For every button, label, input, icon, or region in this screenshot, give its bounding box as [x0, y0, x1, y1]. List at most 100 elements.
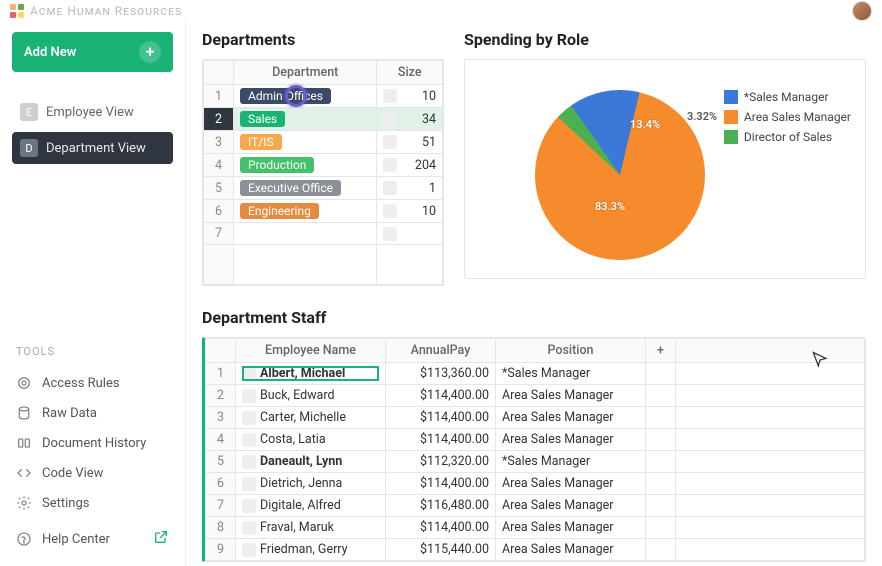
staff-pay-cell[interactable]: $116,480.00: [386, 495, 496, 517]
dept-size-cell[interactable]: 51: [377, 131, 443, 154]
legend-item[interactable]: Director of Sales: [724, 130, 851, 144]
table-row[interactable]: 1Albert, Michael$113,360.00*Sales Manage…: [206, 363, 865, 385]
row-number[interactable]: 4: [206, 429, 236, 451]
staff-position-cell[interactable]: Area Sales Manager: [496, 407, 646, 429]
view-department-view[interactable]: DDepartment View: [12, 132, 173, 164]
table-row[interactable]: 6Dietrich, Jenna$114,400.00Area Sales Ma…: [206, 473, 865, 495]
add-new-button[interactable]: Add New +: [12, 32, 173, 72]
dept-size-cell[interactable]: 10: [377, 200, 443, 223]
row-number[interactable]: 6: [206, 473, 236, 495]
staff-header[interactable]: AnnualPay: [386, 339, 496, 363]
row-number[interactable]: 7: [204, 223, 234, 245]
dept-size-cell[interactable]: 1: [377, 177, 443, 200]
staff-name-cell[interactable]: Buck, Edward: [236, 385, 386, 407]
table-row[interactable]: 9Friedman, Gerry$115,440.00Area Sales Ma…: [206, 539, 865, 561]
table-row[interactable]: 7Digitale, Alfred$116,480.00Area Sales M…: [206, 495, 865, 517]
staff-position-cell[interactable]: *Sales Manager: [496, 363, 646, 385]
staff-header[interactable]: Employee Name: [236, 339, 386, 363]
table-row[interactable]: 4Costa, Latia$114,400.00Area Sales Manag…: [206, 429, 865, 451]
table-row[interactable]: 1Admin Offices10: [204, 85, 443, 108]
row-number[interactable]: 8: [206, 517, 236, 539]
table-row[interactable]: [204, 245, 443, 285]
table-row[interactable]: 7: [204, 223, 443, 245]
staff-name-cell[interactable]: Dietrich, Jenna: [236, 473, 386, 495]
dept-size-cell[interactable]: 34: [377, 108, 443, 131]
tools-heading: TOOLS: [12, 337, 173, 368]
dept-size-cell[interactable]: 204: [377, 154, 443, 177]
staff-position-cell[interactable]: *Sales Manager: [496, 451, 646, 473]
tool-access-rules[interactable]: Access Rules: [12, 368, 173, 398]
row-number[interactable]: 9: [206, 539, 236, 561]
staff-name-cell[interactable]: Costa, Latia: [236, 429, 386, 451]
row-link-icon: [242, 477, 256, 491]
legend-swatch-icon: [724, 90, 738, 104]
dept-name-cell[interactable]: IT/IS: [234, 131, 377, 154]
table-row[interactable]: 2Sales34: [204, 108, 443, 131]
staff-position-cell[interactable]: Area Sales Manager: [496, 385, 646, 407]
dept-name-cell[interactable]: Executive Office: [234, 177, 377, 200]
dept-header[interactable]: Department: [234, 61, 377, 85]
dept-name-cell[interactable]: Production: [234, 154, 377, 177]
dept-size-cell[interactable]: 10: [377, 85, 443, 108]
staff-pay-cell[interactable]: $114,400.00: [386, 429, 496, 451]
staff-pay-cell[interactable]: $114,400.00: [386, 473, 496, 495]
table-row[interactable]: 6Engineering10: [204, 200, 443, 223]
staff-position-cell[interactable]: Area Sales Manager: [496, 429, 646, 451]
row-number[interactable]: 1: [204, 85, 234, 108]
staff-pay-cell[interactable]: $114,400.00: [386, 407, 496, 429]
staff-name-cell[interactable]: Digitale, Alfred: [236, 495, 386, 517]
staff-name-cell[interactable]: Albert, Michael: [236, 363, 386, 385]
dept-name-cell[interactable]: Admin Offices: [234, 85, 377, 108]
row-number[interactable]: 5: [204, 177, 234, 200]
add-column-button[interactable]: +: [646, 339, 676, 363]
dept-name-cell[interactable]: Sales: [234, 108, 377, 131]
tool-raw-data[interactable]: Raw Data: [12, 398, 173, 428]
table-row[interactable]: 3Carter, Michelle$114,400.00Area Sales M…: [206, 407, 865, 429]
external-link-icon: [153, 529, 169, 549]
dept-name-cell[interactable]: Engineering: [234, 200, 377, 223]
staff-name-cell[interactable]: Carter, Michelle: [236, 407, 386, 429]
dept-header[interactable]: Size: [377, 61, 443, 85]
staff-position-cell[interactable]: Area Sales Manager: [496, 517, 646, 539]
staff-name-cell[interactable]: Friedman, Gerry: [236, 539, 386, 561]
row-number[interactable]: 1: [206, 363, 236, 385]
staff-name-cell[interactable]: Fraval, Maruk: [236, 517, 386, 539]
legend-item[interactable]: Area Sales Manager: [724, 110, 851, 124]
table-row[interactable]: 5Daneault, Lynn$112,320.00*Sales Manager: [206, 451, 865, 473]
tool-code-view[interactable]: Code View: [12, 458, 173, 488]
row-number[interactable]: 3: [206, 407, 236, 429]
row-number[interactable]: 4: [204, 154, 234, 177]
avatar[interactable]: [852, 1, 872, 21]
table-row[interactable]: 3IT/IS51: [204, 131, 443, 154]
table-row[interactable]: 2Buck, Edward$114,400.00Area Sales Manag…: [206, 385, 865, 407]
staff-header[interactable]: Position: [496, 339, 646, 363]
staff-pay-cell[interactable]: $115,440.00: [386, 539, 496, 561]
staff-position-cell[interactable]: Area Sales Manager: [496, 473, 646, 495]
staff-pay-cell[interactable]: $113,360.00: [386, 363, 496, 385]
staff-pay-cell[interactable]: $114,400.00: [386, 385, 496, 407]
staff-position-cell[interactable]: Area Sales Manager: [496, 495, 646, 517]
row-number[interactable]: 2: [206, 385, 236, 407]
table-row[interactable]: 4Production204: [204, 154, 443, 177]
tool-settings[interactable]: Settings: [12, 488, 173, 518]
legend-item[interactable]: *Sales Manager: [724, 90, 851, 104]
staff-position-cell[interactable]: Area Sales Manager: [496, 539, 646, 561]
row-number[interactable]: [204, 245, 234, 285]
staff-pay-cell[interactable]: $112,320.00: [386, 451, 496, 473]
row-number[interactable]: 5: [206, 451, 236, 473]
tool-document-history[interactable]: Document History: [12, 428, 173, 458]
help-center-link[interactable]: Help Center: [12, 522, 173, 556]
row-number[interactable]: 6: [204, 200, 234, 223]
staff-name-cell[interactable]: Daneault, Lynn: [236, 451, 386, 473]
plus-icon: +: [139, 41, 161, 63]
table-row[interactable]: 8Fraval, Maruk$114,400.00Area Sales Mana…: [206, 517, 865, 539]
departments-table[interactable]: DepartmentSize1Admin Offices102Sales343I…: [202, 59, 444, 286]
row-number[interactable]: 3: [204, 131, 234, 154]
table-row[interactable]: 5Executive Office1: [204, 177, 443, 200]
staff-pay-cell[interactable]: $114,400.00: [386, 517, 496, 539]
spending-chart[interactable]: 13.4%3.32%83.3% *Sales ManagerArea Sales…: [464, 59, 866, 279]
view-employee-view[interactable]: EEmployee View: [12, 96, 173, 128]
row-number[interactable]: 2: [204, 108, 234, 131]
staff-table[interactable]: Employee NameAnnualPayPosition+1Albert, …: [202, 337, 866, 562]
row-number[interactable]: 7: [206, 495, 236, 517]
